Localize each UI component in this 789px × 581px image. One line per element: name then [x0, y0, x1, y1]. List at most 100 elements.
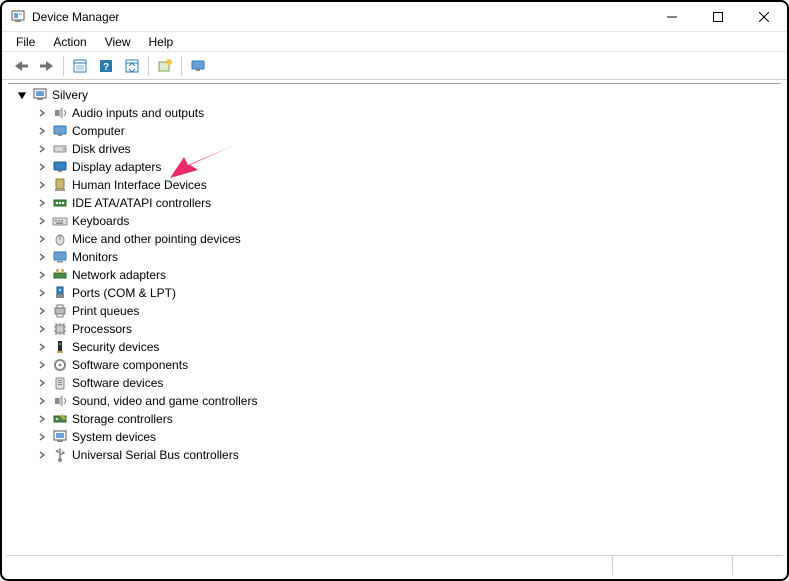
- chevron-right-icon[interactable]: [36, 197, 48, 209]
- chevron-right-icon[interactable]: [36, 449, 48, 461]
- security-icon: [52, 339, 68, 355]
- chevron-right-icon[interactable]: [36, 413, 48, 425]
- maximize-button[interactable]: [695, 2, 741, 32]
- chevron-right-icon[interactable]: [36, 215, 48, 227]
- network-icon: [52, 267, 68, 283]
- tree-item-usb[interactable]: Universal Serial Bus controllers: [8, 446, 781, 464]
- tree-item-sound[interactable]: Sound, video and game controllers: [8, 392, 781, 410]
- chevron-right-icon[interactable]: [36, 431, 48, 443]
- chevron-right-icon[interactable]: [36, 161, 48, 173]
- chevron-right-icon[interactable]: [36, 179, 48, 191]
- ide-icon: [52, 195, 68, 211]
- tree-item-audio[interactable]: Audio inputs and outputs: [8, 104, 781, 122]
- chevron-right-icon[interactable]: [36, 125, 48, 137]
- tree-item-hid[interactable]: Human Interface Devices: [8, 176, 781, 194]
- menu-bar: File Action View Help: [2, 32, 787, 52]
- tree-item-label: Mice and other pointing devices: [72, 232, 241, 246]
- properties-button[interactable]: [68, 55, 92, 77]
- show-hidden-devices-button[interactable]: [186, 55, 210, 77]
- tree-item-computer[interactable]: Computer: [8, 122, 781, 140]
- toolbar-separator: [181, 56, 182, 76]
- chevron-right-icon[interactable]: [36, 143, 48, 155]
- tree-item-label: Monitors: [72, 250, 118, 264]
- title-bar: Device Manager: [2, 2, 787, 32]
- window-title: Device Manager: [32, 10, 119, 24]
- tree-item-storage[interactable]: Storage controllers: [8, 410, 781, 428]
- status-bar: [6, 555, 783, 575]
- chevron-right-icon[interactable]: [36, 251, 48, 263]
- softdev-icon: [52, 375, 68, 391]
- tree-item-label: Network adapters: [72, 268, 166, 282]
- tree-item-monitors[interactable]: Monitors: [8, 248, 781, 266]
- tree-item-display[interactable]: Display adapters: [8, 158, 781, 176]
- back-button[interactable]: [9, 55, 33, 77]
- help-button[interactable]: ?: [94, 55, 118, 77]
- chevron-right-icon[interactable]: [36, 359, 48, 371]
- tree-root-label: Silvery: [52, 88, 88, 102]
- tree-item-mice[interactable]: Mice and other pointing devices: [8, 230, 781, 248]
- tree-item-label: Audio inputs and outputs: [72, 106, 204, 120]
- scan-hardware-button[interactable]: [120, 55, 144, 77]
- tree-item-label: Processors: [72, 322, 132, 336]
- close-button[interactable]: [741, 2, 787, 32]
- tree-item-label: Sound, video and game controllers: [72, 394, 257, 408]
- chevron-right-icon[interactable]: [36, 377, 48, 389]
- tree-item-ports[interactable]: Ports (COM & LPT): [8, 284, 781, 302]
- storage-icon: [52, 411, 68, 427]
- chevron-right-icon[interactable]: [36, 269, 48, 281]
- app-icon: [10, 9, 26, 25]
- tree-item-softcomp[interactable]: Software components: [8, 356, 781, 374]
- tree-item-disk[interactable]: Disk drives: [8, 140, 781, 158]
- chevron-right-icon[interactable]: [36, 341, 48, 353]
- tree-item-softdev[interactable]: Software devices: [8, 374, 781, 392]
- menu-view[interactable]: View: [97, 34, 139, 50]
- chevron-right-icon[interactable]: [36, 287, 48, 299]
- forward-button[interactable]: [35, 55, 59, 77]
- menu-action[interactable]: Action: [45, 34, 94, 50]
- tree-item-label: Security devices: [72, 340, 159, 354]
- tree-item-ide[interactable]: IDE ATA/ATAPI controllers: [8, 194, 781, 212]
- tree-item-security[interactable]: Security devices: [8, 338, 781, 356]
- tree-item-label: Universal Serial Bus controllers: [72, 448, 239, 462]
- tree-item-printq[interactable]: Print queues: [8, 302, 781, 320]
- svg-text:?: ?: [103, 62, 109, 73]
- tree-item-label: Ports (COM & LPT): [72, 286, 176, 300]
- tree-item-label: Print queues: [72, 304, 139, 318]
- chevron-right-icon[interactable]: [36, 323, 48, 335]
- menu-help[interactable]: Help: [141, 34, 182, 50]
- processors-icon: [52, 321, 68, 337]
- system-icon: [52, 429, 68, 445]
- menu-file[interactable]: File: [8, 34, 43, 50]
- tree-item-system[interactable]: System devices: [8, 428, 781, 446]
- toolbar-separator: [148, 56, 149, 76]
- tree-item-keyboards[interactable]: Keyboards: [8, 212, 781, 230]
- tree-item-label: Keyboards: [72, 214, 129, 228]
- chevron-right-icon[interactable]: [36, 107, 48, 119]
- tree-item-processors[interactable]: Processors: [8, 320, 781, 338]
- chevron-right-icon[interactable]: [36, 305, 48, 317]
- chevron-right-icon[interactable]: [36, 395, 48, 407]
- sound-icon: [52, 393, 68, 409]
- tree-item-label: Computer: [72, 124, 125, 138]
- chevron-down-icon[interactable]: [16, 89, 28, 101]
- chevron-right-icon[interactable]: [36, 233, 48, 245]
- hid-icon: [52, 177, 68, 193]
- tree-root[interactable]: Silvery: [8, 86, 781, 104]
- tree-item-label: Software components: [72, 358, 188, 372]
- ports-icon: [52, 285, 68, 301]
- keyboards-icon: [52, 213, 68, 229]
- minimize-button[interactable]: [649, 2, 695, 32]
- usb-icon: [52, 447, 68, 463]
- computer-icon: [52, 123, 68, 139]
- audio-icon: [52, 105, 68, 121]
- toolbar-separator: [63, 56, 64, 76]
- tree-item-label: Storage controllers: [72, 412, 173, 426]
- tree-item-label: System devices: [72, 430, 156, 444]
- tree-item-network[interactable]: Network adapters: [8, 266, 781, 284]
- tree-item-label: Disk drives: [72, 142, 131, 156]
- update-driver-button[interactable]: [153, 55, 177, 77]
- tree-item-label: Display adapters: [72, 160, 161, 174]
- device-tree[interactable]: Silvery Audio inputs and outputs Computer…: [8, 83, 781, 551]
- toolbar: ?: [2, 52, 787, 80]
- printq-icon: [52, 303, 68, 319]
